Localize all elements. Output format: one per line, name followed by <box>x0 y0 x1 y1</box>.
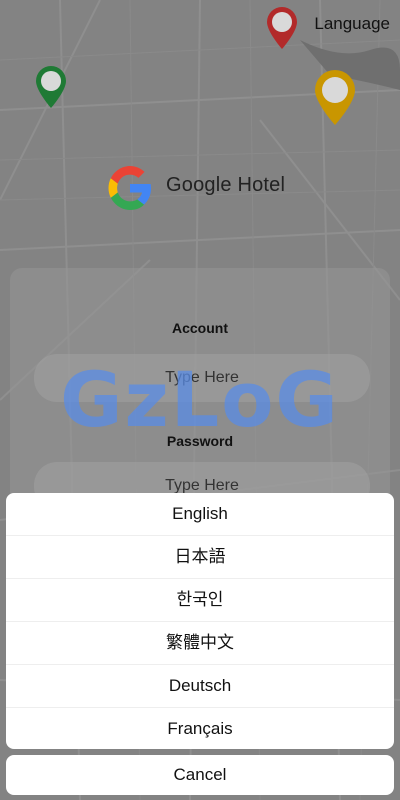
language-option-traditional-chinese[interactable]: 繁體中文 <box>6 622 394 665</box>
language-option-english[interactable]: English <box>6 493 394 536</box>
account-label: Account <box>172 320 228 336</box>
hotel-pin-icon[interactable] <box>313 70 357 126</box>
password-label: Password <box>166 433 234 449</box>
hotel-pin-icon[interactable] <box>265 6 299 50</box>
hotel-pin-icon[interactable] <box>34 65 68 109</box>
language-option-german[interactable]: Deutsch <box>6 665 394 708</box>
google-g-icon <box>108 166 151 210</box>
language-option-japanese[interactable]: 日本語 <box>6 536 394 579</box>
app-logo: Google Hotel <box>104 160 304 216</box>
language-option-korean[interactable]: 한국인 <box>6 579 394 622</box>
brand-name: Google Hotel <box>166 174 286 196</box>
account-input[interactable] <box>34 354 370 402</box>
language-action-sheet: English 日本語 한국인 繁體中文 Deutsch Français <box>6 493 394 749</box>
language-option-french[interactable]: Français <box>6 708 394 749</box>
language-button[interactable]: Language <box>314 14 390 34</box>
cancel-button[interactable]: Cancel <box>6 755 394 795</box>
